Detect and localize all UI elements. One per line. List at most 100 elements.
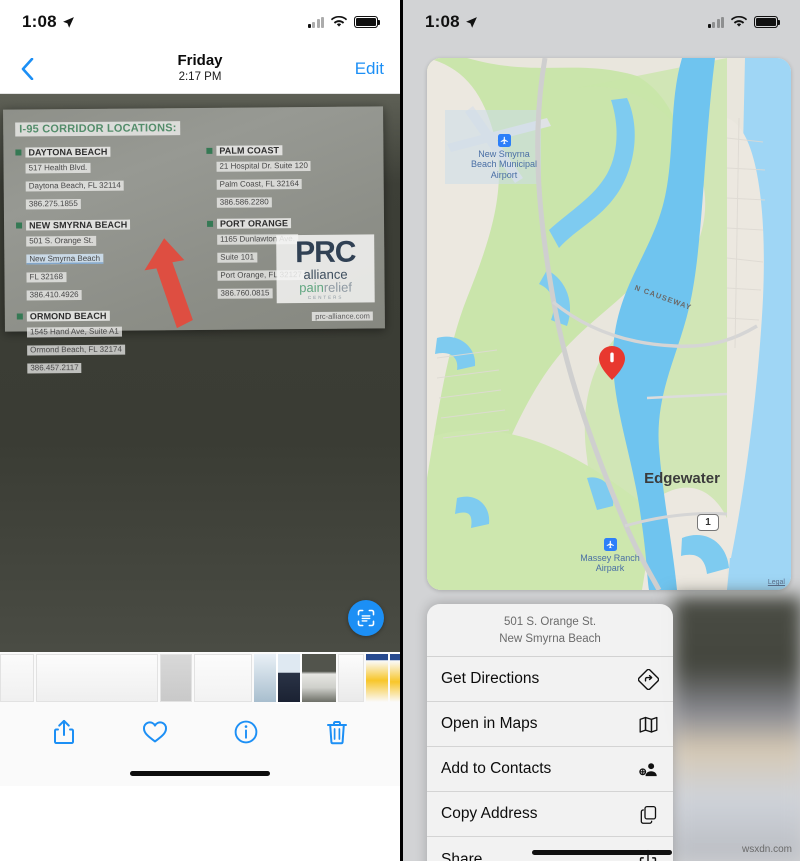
left-status-bar: 1:08 <box>0 0 400 44</box>
home-indicator-left[interactable] <box>0 760 400 786</box>
map-preview[interactable]: New Smyrna Beach Municipal Airport N CAU… <box>427 58 791 590</box>
thumbnail-item[interactable] <box>0 654 34 702</box>
right-status-bar: 1:08 <box>403 0 800 44</box>
location-phone[interactable]: 386.586.2280 <box>216 197 272 208</box>
action-sheet-header: 501 S. Orange St. New Smyrna Beach <box>427 604 673 658</box>
heart-icon <box>142 721 167 743</box>
battery-icon <box>354 16 381 28</box>
location-phone[interactable]: 386.457.2117 <box>27 362 82 374</box>
prc-logo: PRC alliance painrelief CENTERS <box>276 233 375 304</box>
prc-painrelief-text: painrelief <box>279 279 373 296</box>
dual-screenshot-container: 1:08 Friday 2:17 PM Edit I-95 CORRIDOR L… <box>0 0 800 861</box>
info-circle-icon <box>234 720 257 744</box>
prc-relief-text: relief <box>323 279 353 295</box>
blurred-background <box>673 596 800 861</box>
location-line[interactable]: Ormond Beach, FL 32174 <box>27 344 125 356</box>
status-time: 1:08 <box>22 12 57 31</box>
watermark: wsxdn.com <box>741 844 792 855</box>
thumbnail-item[interactable] <box>160 654 192 702</box>
chevron-left-icon <box>21 57 33 80</box>
sheet-title-line2: New Smyrna Beach <box>499 632 601 645</box>
signal-bars-icon <box>307 16 324 28</box>
location-name: PORT ORANGE <box>216 218 292 229</box>
location-phone[interactable]: 386.410.4926 <box>26 289 82 301</box>
bullet-icon <box>206 147 213 154</box>
thumbnail-item-selected[interactable] <box>276 652 302 704</box>
signal-bars-icon <box>707 16 724 28</box>
location-name: DAYTONA BEACH <box>25 146 111 158</box>
live-text-button[interactable] <box>348 600 384 636</box>
directions-icon <box>637 668 659 690</box>
map-icon <box>637 713 659 735</box>
photo-thumbnail-strip[interactable] <box>0 652 400 704</box>
location-line-selected[interactable]: New Smyrna Beach <box>26 253 104 265</box>
thumbnail-item[interactable] <box>338 654 364 702</box>
address-action-sheet: 501 S. Orange St. New Smyrna Beach Get D… <box>427 604 673 861</box>
thumbnail-item[interactable] <box>36 654 158 702</box>
back-button[interactable] <box>12 54 42 84</box>
thumbnail-item[interactable] <box>390 654 400 702</box>
thumbnail-item[interactable] <box>366 654 388 702</box>
copy-address-row[interactable]: Copy Address <box>427 792 673 838</box>
location-daytona-beach: DAYTONA BEACH 517 Health Blvd. Daytona B… <box>15 146 188 212</box>
sheet-title-line1: 501 S. Orange St. <box>503 616 597 628</box>
photo-viewer[interactable]: I-95 CORRIDOR LOCATIONS: DAYTONA BEACH 5… <box>0 94 400 652</box>
add-to-contacts-label: Add to Contacts <box>441 760 552 778</box>
location-line[interactable]: Daytona Beach, FL 32114 <box>25 180 124 192</box>
open-in-maps-row[interactable]: Open in Maps <box>427 702 673 748</box>
share-button[interactable] <box>50 718 78 746</box>
add-contact-icon <box>637 758 659 780</box>
photos-nav-bar: Friday 2:17 PM Edit <box>0 44 400 94</box>
home-indicator-right[interactable] <box>403 850 800 855</box>
location-line[interactable]: Suite 101 <box>217 252 258 263</box>
status-indicators <box>307 16 381 28</box>
location-palm-coast: PALM COAST 21 Hospital Dr. Suite 120 Pal… <box>206 144 372 209</box>
status-time-group: 1:08 <box>22 12 75 32</box>
location-phone[interactable]: 386.760.0815 <box>217 288 273 299</box>
open-in-maps-label: Open in Maps <box>441 715 538 733</box>
live-text-scan-icon <box>357 609 375 627</box>
bullet-icon <box>16 313 23 320</box>
status-time-group: 1:08 <box>425 12 478 32</box>
card-heading: I-95 CORRIDOR LOCATIONS: <box>15 121 181 137</box>
bullet-icon <box>206 220 213 227</box>
red-arrow-annotation <box>144 238 193 329</box>
add-to-contacts-row[interactable]: Add to Contacts <box>427 747 673 793</box>
favorite-button[interactable] <box>141 718 169 746</box>
route-shield-1: 1 <box>697 514 719 531</box>
info-button[interactable] <box>232 718 260 746</box>
location-line[interactable]: FL 32168 <box>26 272 67 283</box>
battery-icon <box>754 16 781 28</box>
location-phone[interactable]: 386.275.1855 <box>25 198 81 210</box>
bullet-icon <box>15 149 22 156</box>
location-line[interactable]: 21 Hospital Dr. Suite 120 <box>216 160 311 172</box>
get-directions-label: Get Directions <box>441 670 540 688</box>
get-directions-row[interactable]: Get Directions <box>427 657 673 703</box>
thumbnail-item[interactable] <box>254 654 276 702</box>
location-line[interactable]: Palm Coast, FL 32164 <box>216 179 302 190</box>
photo-time-label: 2:17 PM <box>178 71 222 84</box>
thumbnail-item[interactable] <box>302 654 336 702</box>
location-line[interactable]: 517 Health Blvd. <box>25 162 91 174</box>
location-line[interactable]: 1545 Hand Ave, Suite A1 <box>26 326 122 338</box>
status-time: 1:08 <box>425 12 460 31</box>
copy-address-label: Copy Address <box>441 805 538 823</box>
thumbnail-item[interactable] <box>194 654 252 702</box>
photo-date-title: Friday 2:17 PM <box>177 52 222 84</box>
location-name: PALM COAST <box>216 145 283 156</box>
wifi-icon <box>731 16 747 27</box>
prc-pain-text: pain <box>299 279 324 296</box>
map-legal-link[interactable]: Legal <box>768 579 785 586</box>
status-indicators <box>707 16 781 28</box>
bullet-icon <box>16 222 23 229</box>
left-phone-screen: 1:08 Friday 2:17 PM Edit I-95 CORRIDOR L… <box>0 0 400 861</box>
business-card: I-95 CORRIDOR LOCATIONS: DAYTONA BEACH 5… <box>3 106 385 374</box>
edit-button[interactable]: Edit <box>355 59 384 79</box>
location-line[interactable]: 501 S. Orange St. <box>26 235 97 247</box>
share-icon <box>53 719 74 744</box>
delete-button[interactable] <box>323 718 351 746</box>
map-pin-icon[interactable] <box>599 346 625 380</box>
wifi-icon <box>331 16 347 27</box>
prc-wordmark: PRC <box>294 235 356 269</box>
map-canvas <box>427 58 791 590</box>
